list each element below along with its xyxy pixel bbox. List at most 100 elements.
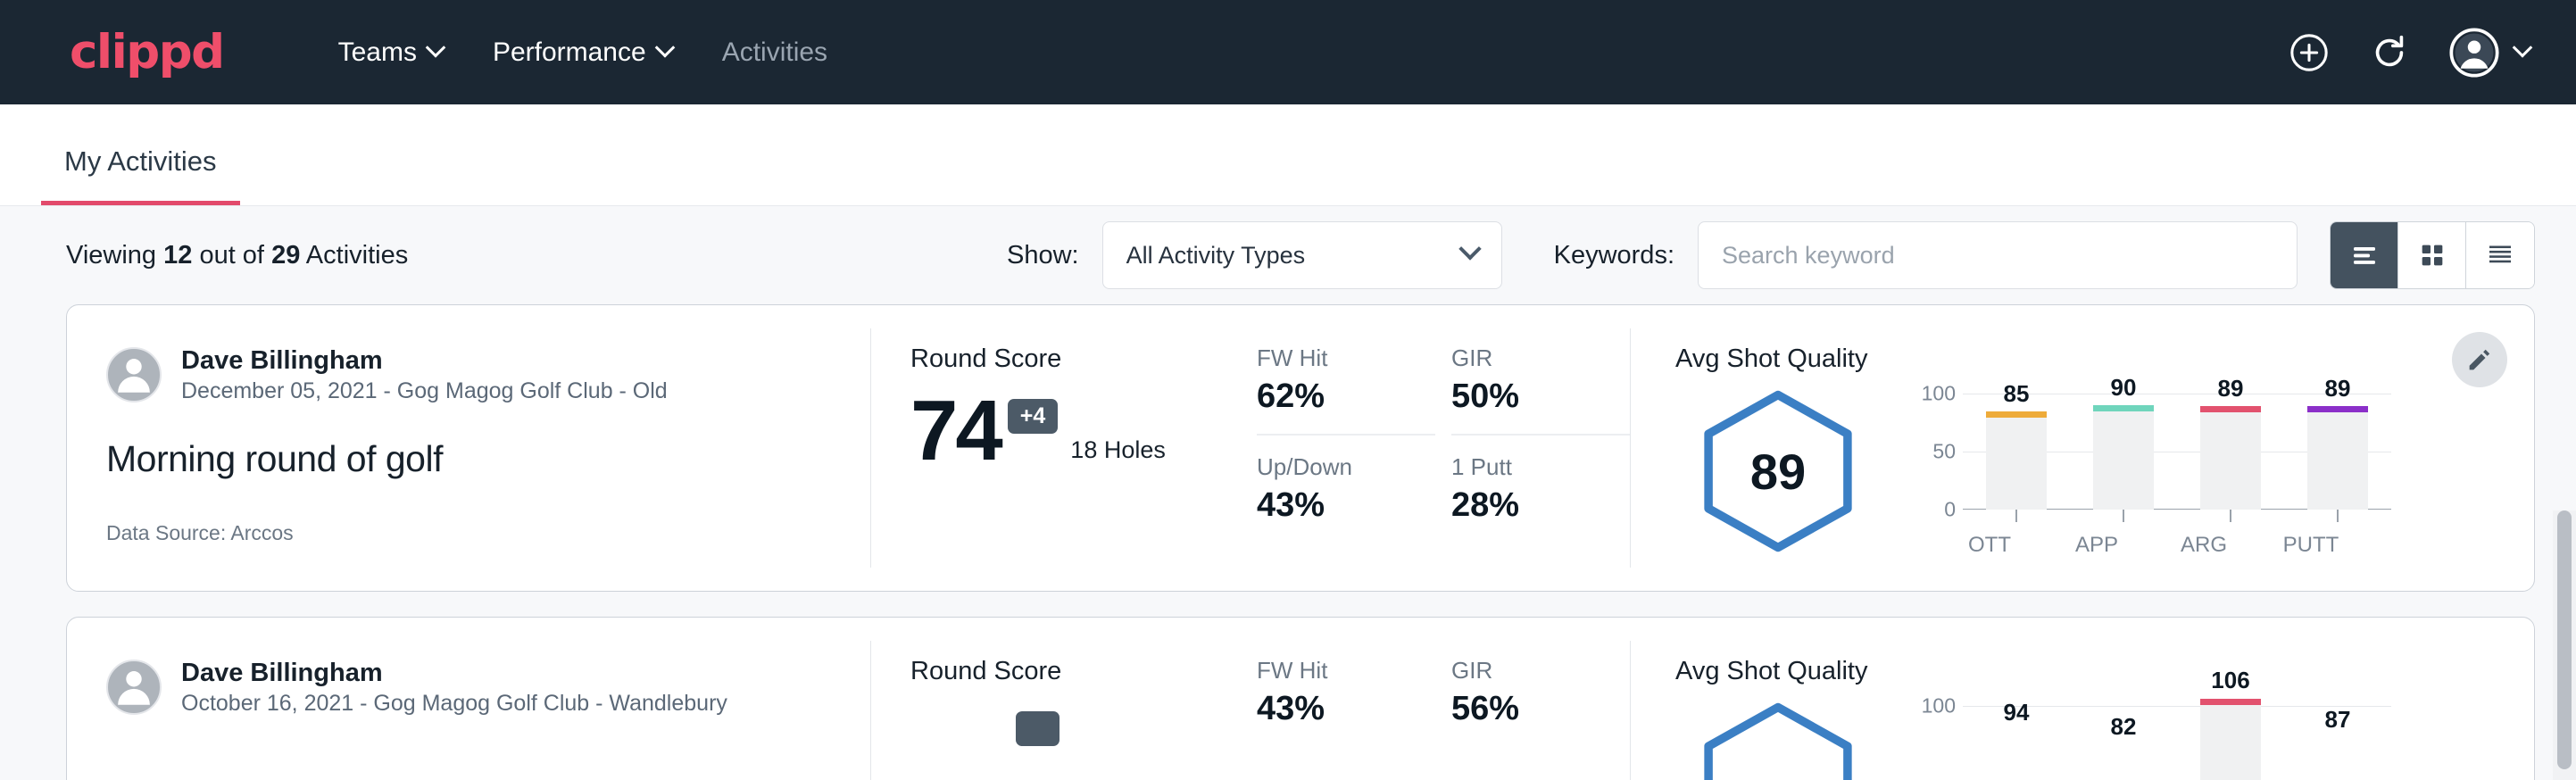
tick-putt [2284,510,2391,522]
activity-author: Dave Billingham October 16, 2021 - Gog M… [106,657,870,718]
view-mode-grid-button[interactable] [2398,222,2466,288]
avg-shot-quality-label: Avg Shot Quality [1675,657,2534,686]
chart-y-axis: 100 50 0 [1907,394,1963,510]
tab-my-activities-label: My Activities [64,145,217,177]
chart-bars: 85 90 [1963,394,2391,510]
list-view-icon [2348,239,2381,271]
activity-card[interactable]: Dave Billingham October 16, 2021 - Gog M… [66,617,2535,780]
stat-gir: GIR 56% [1451,657,1630,728]
stat-fw-hit-label: FW Hit [1257,344,1416,372]
bar-column-ott: 94 [1963,706,2070,780]
avg-shot-quality-hex: 89 [1675,378,1881,556]
avatar-icon [2449,28,2499,78]
activity-card[interactable]: Dave Billingham December 05, 2021 - Gog … [66,304,2535,592]
holes-label: 18 Holes [1070,436,1166,471]
activity-author-name: Dave Billingham [181,344,668,377]
top-navigation-bar: clippd Teams Performance Activities [0,0,2576,104]
round-score-label: Round Score [910,657,1246,686]
bar-column-arg: 89 [2177,394,2284,510]
chart-y-axis: 100 [1907,706,1963,780]
chart-x-ticks [1963,510,2391,522]
account-menu-button[interactable] [2449,28,2530,78]
stat-fw-hit: FW Hit 43% [1257,657,1435,728]
bar-value-ott: 94 [2004,699,2030,726]
avatar [106,660,162,715]
stat-fw-hit-value: 43% [1257,690,1416,728]
x-label-putt: PUTT [2257,533,2364,558]
activity-data-source: Data Source: Arccos [106,521,870,545]
bar-cap-putt [2307,406,2368,412]
viewing-total: 29 [271,241,300,270]
avg-shot-quality-section: Avg Shot Quality 100 [1631,618,2534,780]
viewing-prefix: Viewing [66,241,156,270]
user-avatar-icon [108,660,160,713]
avg-shot-quality-label: Avg Shot Quality [1675,344,2534,374]
bar-column-putt: 87 [2284,706,2391,780]
view-mode-toggle [2330,221,2535,289]
activity-list: Dave Billingham December 05, 2021 - Gog … [0,304,2576,780]
hexagon-icon [1693,699,1863,780]
chevron-down-icon [654,37,675,58]
refresh-button[interactable] [2369,32,2410,73]
round-score-label: Round Score [910,344,1246,374]
chart-plot-area: 94 82 106 [1963,706,2391,780]
stat-up-down-value: 43% [1257,486,1416,525]
y-tick-50: 50 [1932,440,1956,464]
nav-item-teams[interactable]: Teams [313,37,468,68]
stat-one-putt: 1 Putt 28% [1451,453,1630,525]
bar-column-app: 82 [2070,706,2177,780]
nav-item-performance-label: Performance [493,37,646,68]
viewing-count: 12 [163,241,192,270]
clippd-logo[interactable]: clippd [70,25,224,79]
bar-cap-ott [1986,411,2047,418]
nav-item-activities-label: Activities [722,37,827,68]
chart-x-labels: OTT APP ARG PUTT [1936,533,2364,558]
filter-bar: Viewing 12 out of 29 Activities Show: Al… [0,206,2576,304]
round-score-value: 74 [910,390,1001,471]
bar-value-arg: 89 [2218,375,2244,402]
stat-gir-label: GIR [1451,657,1610,685]
bar-value-ott: 85 [2004,380,2030,408]
stat-gir-value: 56% [1451,690,1610,728]
tick-ott [1963,510,2070,522]
round-stats-section: FW Hit 62% GIR 50% Up/Down 43% 1 Putt 28… [1246,305,1630,591]
chart-bars: 94 82 106 [1963,706,2391,780]
add-button[interactable] [2289,32,2330,73]
page-scrollbar[interactable] [2553,510,2576,780]
bar-ott [1986,411,2047,510]
shot-quality-chart: 100 50 0 [1881,378,2391,558]
tick-app [2070,510,2177,522]
y-tick-100: 100 [1922,694,1956,718]
keywords-label: Keywords: [1554,241,1674,270]
activity-author-name: Dave Billingham [181,657,727,689]
bar-column-ott: 85 [1963,394,2070,510]
view-mode-list-button[interactable] [2331,222,2398,288]
chevron-down-icon [1458,237,1481,260]
view-mode-compact-button[interactable] [2466,222,2534,288]
round-score-section: Round Score 74 +4 18 Holes [871,305,1246,591]
tab-my-activities[interactable]: My Activities [41,145,240,205]
stat-gir: GIR 50% [1451,344,1630,436]
stat-up-down: Up/Down 43% [1257,453,1435,525]
chart-plot-area: 85 90 [1963,394,2391,510]
nav-item-performance[interactable]: Performance [468,37,697,68]
activity-type-select-value: All Activity Types [1126,242,1306,270]
activity-author: Dave Billingham December 05, 2021 - Gog … [106,344,870,406]
bar-arg [2200,406,2261,510]
user-avatar-icon [108,347,160,401]
scrollbar-thumb[interactable] [2557,510,2572,769]
score-to-par-badge: +4 [1008,399,1059,434]
activity-type-select[interactable]: All Activity Types [1102,221,1502,289]
bar-column-putt: 89 [2284,394,2391,510]
stat-fw-hit-value: 62% [1257,378,1416,416]
avg-shot-quality-value: 89 [1693,386,1863,556]
tab-bar: My Activities [0,104,2576,206]
avg-shot-quality-section: Avg Shot Quality 89 100 50 [1631,305,2534,591]
search-input[interactable] [1698,221,2298,289]
nav-item-activities[interactable]: Activities [697,37,852,68]
edit-activity-button[interactable] [2452,332,2507,387]
avg-shot-quality-hex [1675,690,1881,780]
round-stats-section: FW Hit 43% GIR 56% [1246,618,1630,780]
tick-arg [2177,510,2284,522]
stat-fw-hit-label: FW Hit [1257,657,1416,685]
